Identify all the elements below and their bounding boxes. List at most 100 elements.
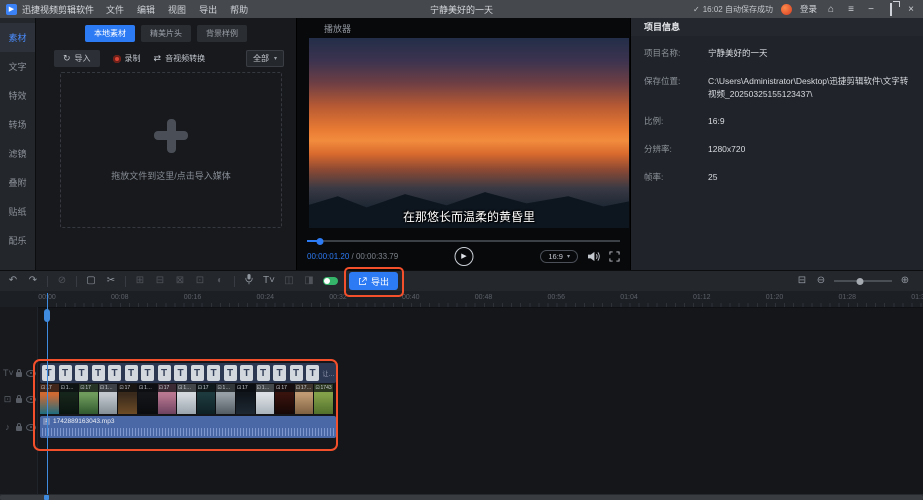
video-clip[interactable]: ⊡17 — [197, 384, 217, 414]
zoom-out-icon[interactable]: ⊖ — [815, 276, 827, 286]
filter-dropdown[interactable]: 全部 ▾ — [246, 50, 284, 67]
video-preview[interactable]: 在那悠长而温柔的黄昏里 — [309, 38, 629, 228]
aspect-ratio-dropdown[interactable]: 16:9 ▾ — [540, 250, 578, 263]
subtitle-clip[interactable]: T — [207, 365, 220, 381]
subtitle-clip[interactable]: T — [257, 365, 270, 381]
video-clip[interactable]: ⊡1… — [138, 384, 158, 414]
home-icon[interactable]: ⌂ — [825, 4, 837, 15]
play-button[interactable]: ▶ — [454, 247, 473, 266]
video-clip[interactable]: ⊡17 — [118, 384, 138, 414]
mute-icon[interactable] — [26, 424, 36, 431]
menubar-item[interactable]: 文件 — [106, 3, 124, 16]
timeline-zoom-slider[interactable] — [834, 280, 892, 282]
audio-clip[interactable]: ♪ 1742889163043.mp3 — [40, 416, 336, 438]
video-track[interactable]: ⊡17⊡1…⊡17⊡1…⊡17⊡1…⊡17⊡1…⊡17⊡1…⊡17⊡1…⊡17⊡… — [40, 384, 334, 414]
menu-icon[interactable]: ≡ — [845, 4, 857, 15]
redo-icon[interactable]: ↷ — [27, 276, 39, 286]
video-clip[interactable]: ⊡17 — [40, 384, 60, 414]
media-tab[interactable]: 本地素材 — [85, 25, 135, 42]
volume-icon[interactable] — [587, 251, 600, 262]
delete-icon[interactable]: ⊘ — [56, 276, 68, 286]
speed-icon[interactable]: ◐ — [214, 276, 226, 286]
sidebar-item[interactable]: 滤镜 — [0, 139, 35, 168]
video-clip[interactable]: ⊡1… — [99, 384, 119, 414]
subtitle-clip[interactable]: T — [191, 365, 204, 381]
sidebar-item[interactable]: 素材 — [0, 23, 35, 52]
minimize-button[interactable]: − — [865, 4, 877, 15]
close-button[interactable]: × — [905, 4, 917, 15]
account-label[interactable]: 登录 — [800, 3, 817, 15]
convert-button[interactable]: ⇄ 音视频转换 — [154, 53, 206, 64]
zoom-slider-handle[interactable] — [857, 278, 864, 285]
menubar-item[interactable]: 导出 — [199, 3, 217, 16]
subtitle-clip[interactable]: T — [240, 365, 253, 381]
media-tab[interactable]: 背景样例 — [197, 25, 247, 42]
video-clip[interactable]: ⊡1… — [60, 384, 80, 414]
pip-icon[interactable]: ◫ — [283, 276, 295, 286]
avatar[interactable] — [781, 4, 792, 15]
subtitle-clip[interactable]: T — [290, 365, 303, 381]
playhead-handle[interactable] — [44, 309, 50, 322]
record-button[interactable]: 录制 — [113, 53, 141, 64]
video-clip[interactable]: ⊡1743 — [314, 384, 334, 414]
seek-bar[interactable] — [307, 240, 620, 242]
menubar-item[interactable]: 帮助 — [230, 3, 248, 16]
video-clip[interactable]: ⊡1… — [216, 384, 236, 414]
lock-icon[interactable] — [16, 426, 22, 431]
freeze-frame-icon[interactable]: ⊡ — [194, 276, 206, 286]
sidebar-item[interactable]: 贴纸 — [0, 197, 35, 226]
video-clip[interactable]: ⊡17… — [295, 384, 315, 414]
subtitle-clip[interactable]: T — [125, 365, 138, 381]
overlay-icon[interactable]: ⊟ — [154, 276, 166, 286]
sidebar-item[interactable]: 特效 — [0, 81, 35, 110]
video-clip[interactable]: ⊡1… — [256, 384, 276, 414]
import-button[interactable]: ↻ 导入 — [54, 50, 100, 67]
subtitle-clip[interactable]: T — [273, 365, 286, 381]
sidebar-item[interactable]: 文字 — [0, 52, 35, 81]
subtitle-track[interactable]: TTTTTTTTTTTTTTTTT让… — [40, 363, 336, 383]
subtitle-clip[interactable]: T — [75, 365, 88, 381]
sidebar-item[interactable]: 配乐 — [0, 226, 35, 255]
subtitle-clip[interactable]: T — [42, 365, 55, 381]
subtitle-clip[interactable]: T — [306, 365, 319, 381]
voiceover-mic-icon[interactable] — [243, 274, 255, 288]
crop-icon[interactable]: ▢ — [85, 276, 97, 286]
video-clip[interactable]: ⊡17 — [158, 384, 178, 414]
scrollbar-thumb[interactable] — [0, 495, 923, 500]
subtitle-clip-partial[interactable]: 让… — [323, 369, 335, 378]
split-icon[interactable]: ✂ — [105, 276, 117, 286]
subtitle-clip[interactable]: T — [92, 365, 105, 381]
subtitle-clip[interactable]: T — [224, 365, 237, 381]
video-clip[interactable]: ⊡17 — [79, 384, 99, 414]
subtitle-clip[interactable]: T — [158, 365, 171, 381]
video-clip[interactable]: ⊡17 — [236, 384, 256, 414]
media-tab[interactable]: 精美片头 — [141, 25, 191, 42]
lock-icon[interactable] — [16, 372, 22, 377]
timeline-view-icon[interactable]: ⊟ — [796, 276, 808, 286]
visibility-icon[interactable] — [26, 396, 36, 403]
fullscreen-icon[interactable] — [609, 251, 620, 262]
filter-tool-icon[interactable]: ◨ — [303, 276, 315, 286]
sidebar-item[interactable]: 转场 — [0, 110, 35, 139]
video-clip[interactable]: ⊡1… — [177, 384, 197, 414]
lock-icon[interactable] — [16, 398, 22, 403]
video-clip[interactable]: ⊡17 — [275, 384, 295, 414]
horizontal-scrollbar[interactable] — [0, 494, 923, 500]
maximize-button[interactable] — [885, 4, 897, 15]
sidebar-item[interactable]: 叠附 — [0, 168, 35, 197]
visibility-icon[interactable] — [26, 370, 36, 377]
text-tool-icon[interactable]: T˅ — [263, 276, 275, 286]
zoom-in-icon[interactable]: ⊕ — [899, 276, 911, 286]
mosaic-icon[interactable]: ⊞ — [134, 276, 146, 286]
timeline-ruler[interactable]: 00:0000:0800:1600:2400:3200:4000:4800:56… — [0, 291, 923, 308]
track-magnet-toggle[interactable] — [323, 277, 338, 285]
subtitle-clip[interactable]: T — [108, 365, 121, 381]
media-dropzone[interactable]: 拖放文件到这里/点击导入媒体 — [60, 72, 282, 228]
mask-icon[interactable]: ⊠ — [174, 276, 186, 286]
undo-icon[interactable]: ↶ — [7, 276, 19, 286]
subtitle-clip[interactable]: T — [59, 365, 72, 381]
export-button[interactable]: 导出 — [349, 272, 398, 290]
subtitle-clip[interactable]: T — [174, 365, 187, 381]
menubar-item[interactable]: 编辑 — [137, 3, 155, 16]
subtitle-clip[interactable]: T — [141, 365, 154, 381]
